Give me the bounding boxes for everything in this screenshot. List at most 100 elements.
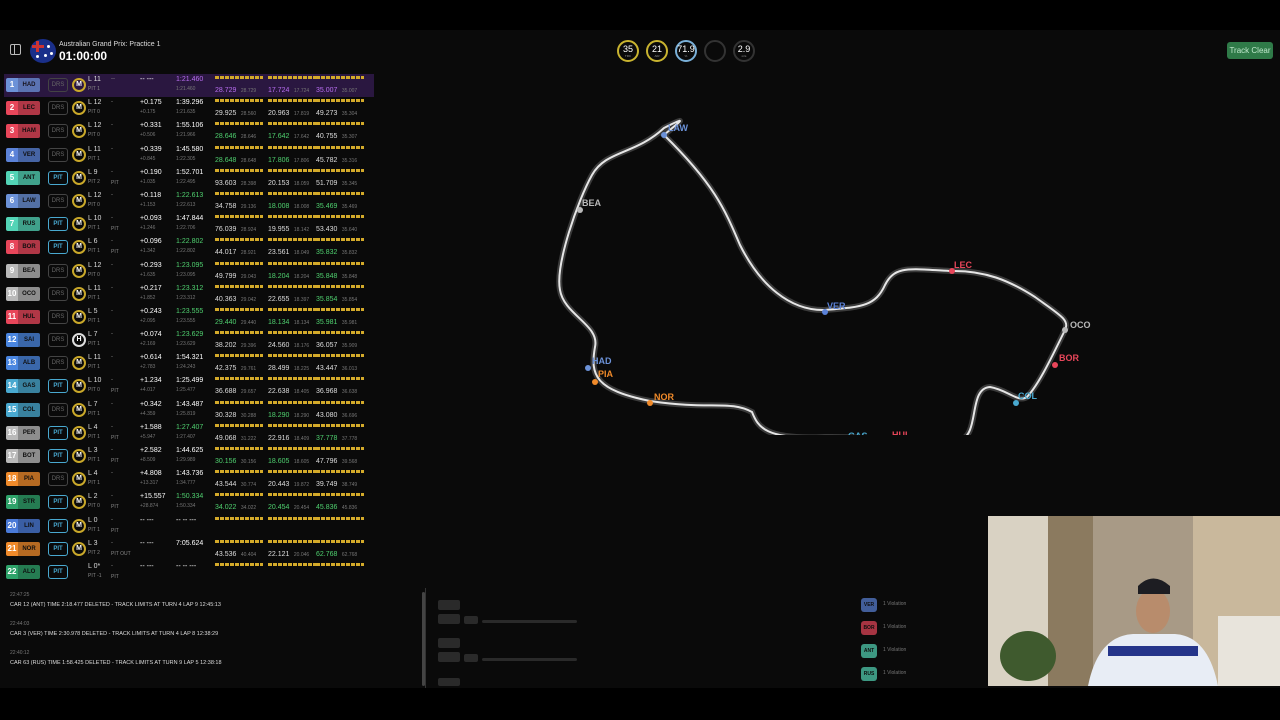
gap-to-leader: +0.118 [140, 191, 162, 199]
sector-3 [316, 516, 364, 537]
car-marker[interactable] [592, 379, 598, 385]
sector-time: 40.363 [215, 295, 237, 303]
last-lap-time: 1:43.736 [176, 470, 204, 478]
sector-best: 36.696 [341, 412, 358, 419]
sector-1: 38.202 29.396 [215, 331, 263, 351]
pit-count: PIT 1 [88, 155, 100, 162]
driver-tla: STR [18, 495, 40, 510]
sector-time: 22.121 [268, 550, 290, 558]
gap-secondary: +1.852 [140, 294, 156, 301]
sector-1: 36.688 29.657 [215, 377, 263, 397]
sector-time: 53.430 [316, 226, 338, 234]
driver-row[interactable]: 18 PIA DRS M L 4 PIT 1 - +4.808 +13.317 1:43.736 1… [4, 468, 374, 491]
interval: - [111, 377, 113, 384]
session-clock: 01:00:00 [59, 49, 108, 63]
tyre-compound-icon: M [72, 449, 86, 463]
driver-row[interactable]: 4 VER DRS M L 11 PIT 1 - +0.339 +0.845 1:45.580 1:… [4, 144, 374, 167]
sector-2: 23.561 18.049 [268, 238, 316, 258]
gap-secondary: +2.095 [140, 317, 156, 324]
loading-placeholders [436, 594, 586, 688]
sector-time: 51.709 [316, 179, 338, 187]
driver-row[interactable]: 21 NOR PIT M L 3 PIT 2 - PIT OUT -- --- 7:05.624 4… [4, 538, 374, 561]
driver-tla: LIN [18, 518, 40, 533]
sector-time: 37.778 [316, 434, 338, 442]
position-number: 14 [6, 379, 18, 394]
driver-row[interactable]: 7 RUS PIT M L 10 PIT 1 - PIT +0.093 +1.246 1:47.84… [4, 213, 374, 236]
weather-gauge: 2.9 m/s [733, 40, 755, 62]
driver-row[interactable]: 19 STR PIT M L 2 PIT 0 - PIT +15.557 +28.874 1:50.… [4, 491, 374, 514]
driver-tla: BOR [861, 621, 877, 635]
last-lap-time: 1:25.499 [176, 377, 204, 385]
driver-row[interactable]: 17 BOT PIT M L 3 PIT 1 - PIT +2.582 +8.509 1:44.62… [4, 445, 374, 468]
sector-1: 40.363 29.042 [215, 284, 263, 305]
sector-time: 23.561 [268, 249, 290, 257]
car-marker[interactable] [661, 132, 667, 138]
driver-row[interactable]: 14 GAS PIT M L 10 PIT 0 - PIT +1.234 +4.017 1:25.4… [4, 375, 374, 398]
car-label: HUL [892, 430, 911, 435]
race-control-message: 22:40:12 CAR 63 (RUS) TIME 1:58.425 DELET… [10, 650, 222, 666]
sector-best: 18.176 [293, 343, 310, 350]
car-marker[interactable] [1062, 327, 1068, 333]
drs-indicator: PIT [48, 518, 68, 533]
pit-status: PIT OUT [111, 550, 131, 557]
drs-indicator: DRS [48, 78, 68, 92]
pit-status: PIT [111, 249, 119, 256]
driver-row[interactable]: 3 HAM DRS M L 12 PIT 0 - +0.331 +0.506 1:55.106 1:… [4, 120, 374, 143]
violation-item: RUS 1 Violation [861, 665, 971, 681]
sector-2: 20.443 19.872 [268, 470, 316, 490]
race-control-scrollbar[interactable] [422, 592, 425, 686]
sector-3: 35.469 35.469 [316, 191, 364, 212]
position-number: 22 [6, 564, 18, 579]
sector-time: 17.806 [268, 156, 290, 164]
gap-to-leader: +0.190 [140, 168, 162, 176]
sector-time: 35.832 [316, 249, 338, 257]
driver-row[interactable]: 11 HUL DRS M L 5 PIT 1 - +0.243 +2.095 1:23.555 1:… [4, 306, 374, 329]
sector-1: 29.440 29.440 [215, 307, 263, 328]
driver-row[interactable]: 6 LAW DRS M L 12 PIT 0 - +0.118 +1.153 1:22.613 1:… [4, 190, 374, 213]
sector-1: 34.022 34.022 [215, 493, 263, 513]
gap-to-leader: +0.074 [140, 331, 162, 339]
sector-best: 18.290 [293, 412, 310, 419]
sector-time: 17.724 [268, 87, 290, 94]
sector-best: 18.397 [293, 296, 310, 303]
driver-row[interactable]: 16 PER PIT M L 4 PIT 1 - PIT +1.588 +5.947 1:27.40… [4, 422, 374, 445]
driver-tla: HUL [18, 309, 40, 324]
sector-best: 37.778 [341, 435, 358, 442]
car-marker[interactable] [647, 400, 653, 406]
driver-row[interactable]: 1 HAD DRS M L 11 PIT 1 -- -- --- 1:21.460 1:21.46… [4, 74, 374, 98]
timing-tower: 1 HAD DRS M L 11 PIT 1 -- -- --- 1:21.460 1:21.46… [4, 74, 374, 584]
sector-2: 24.560 18.176 [268, 331, 316, 351]
sector-3: 45.782 35.316 [316, 145, 364, 166]
sector-2: 20.963 17.819 [268, 99, 316, 119]
driver-row[interactable]: 20 LIN PIT M L 0 PIT 1 - PIT -- --- -- -- --- [4, 515, 374, 538]
sidebar-toggle-icon[interactable] [10, 44, 21, 55]
car-marker[interactable] [585, 365, 591, 371]
interval: - [111, 354, 113, 361]
driver-row[interactable]: 13 ALB DRS M L 11 PIT 1 - +0.614 +2.783 1:54.321 1… [4, 352, 374, 375]
driver-row[interactable]: 22 ALO PIT L 0* PIT -1 - PIT -- --- -- -- --- [4, 561, 374, 584]
tyre-compound-icon: M [72, 425, 86, 440]
sector-2: 18.008 18.008 [268, 191, 316, 212]
sector-1 [215, 516, 263, 537]
last-lap-time: 1:21.460 [176, 76, 204, 83]
sector-time: 34.022 [215, 504, 237, 512]
sector-best: 29.136 [240, 203, 257, 210]
sector-time: 45.836 [316, 504, 338, 512]
driver-tla: HAD [18, 78, 40, 92]
weather-unit: % [684, 54, 688, 58]
driver-row[interactable]: 5 ANT PIT M L 9 PIT 2 - PIT +0.190 +1.035 1:52.701… [4, 167, 374, 190]
driver-row[interactable]: 8 BOR PIT M L 6 PIT 1 - PIT +0.096 +1.342 1:22.802… [4, 236, 374, 259]
sector-best: 29.042 [240, 296, 257, 303]
driver-row[interactable]: 9 BEA DRS M L 12 PIT 0 - +0.293 +1.635 1:23.095 1:… [4, 260, 374, 283]
sector-best: 35.848 [341, 273, 358, 280]
drs-indicator: DRS [48, 402, 68, 417]
driver-row[interactable]: 15 COL DRS M L 7 PIT 1 - +0.342 +4.359 1:43.487 1:… [4, 399, 374, 422]
lap-count: L 5 [88, 307, 98, 315]
driver-row[interactable]: 2 LEC DRS M L 12 PIT 0 - +0.175 +0.175 1:39.296 1:… [4, 97, 374, 120]
car-marker[interactable] [1052, 362, 1058, 368]
driver-row[interactable]: 10 OCO DRS M L 11 PIT 1 - +0.217 +1.852 1:23.312 1… [4, 283, 374, 306]
violation-count: 1 Violation [883, 601, 907, 607]
sector-time: 40.755 [316, 133, 338, 141]
weather-value: 2.9 [737, 44, 751, 54]
driver-row[interactable]: 12 SAI DRS H L 7 PIT 1 - +0.074 +2.169 1:23.629 1:… [4, 329, 374, 352]
